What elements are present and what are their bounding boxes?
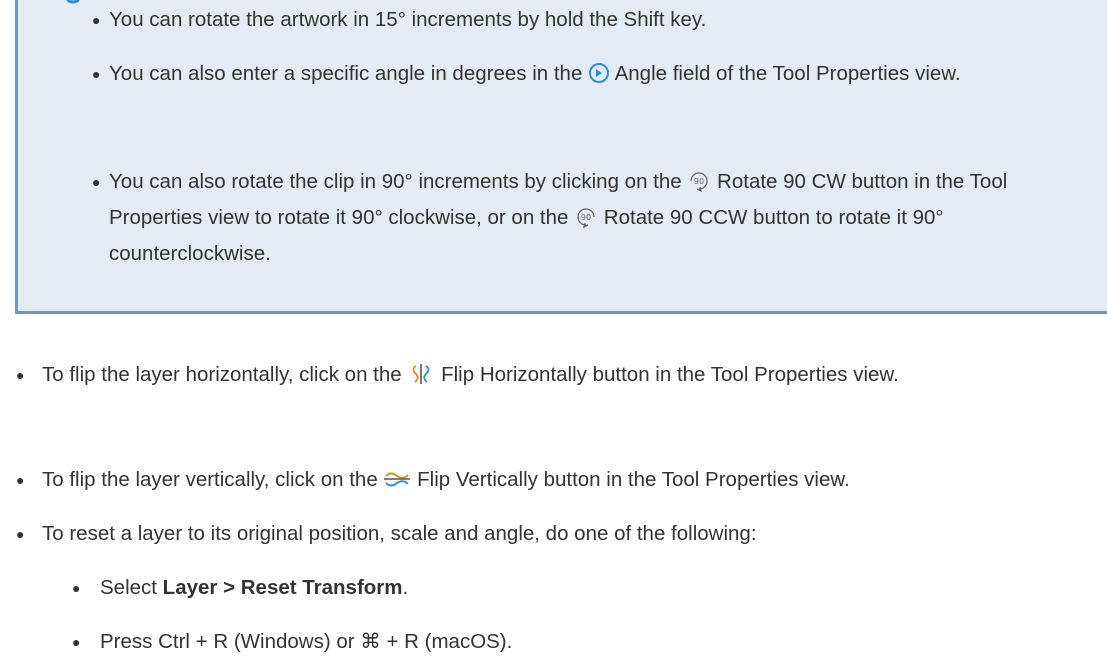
reset-option-shortcut: ● Press Ctrl + R (Windows) or ⌘ + R (mac… (72, 624, 1000, 660)
bullet: ● (72, 580, 81, 596)
tip-item-text: You can rotate the artwork in 15° increm… (109, 8, 707, 31)
option-text: . (402, 576, 409, 599)
flip-vertical-icon (384, 472, 411, 486)
svg-text:90: 90 (581, 213, 591, 222)
rotate-90-cw-icon: 90 (690, 171, 708, 192)
bullet: ● (16, 367, 25, 383)
tip-item-text: Angle field of the Tool Properties view. (610, 62, 961, 85)
option-text: Select (100, 576, 163, 599)
flip-horizontal-icon (413, 363, 430, 384)
step-text: Flip Horizontally button in the Tool Pro… (435, 363, 899, 386)
bullet: ● (92, 66, 101, 82)
step-text: To flip the layer vertically, click on t… (42, 468, 384, 491)
bullet: ● (92, 12, 101, 28)
rotate-90-ccw-icon: 90 (577, 207, 595, 228)
tip-box: ● You can rotate the artwork in 15° incr… (15, 0, 1107, 314)
step-text: To flip the layer horizontally, click on… (42, 363, 408, 386)
angle-icon (589, 62, 610, 83)
tip-item-text: You can also rotate the clip in 90° incr… (109, 170, 688, 193)
bullet: ● (92, 174, 101, 190)
step-flip-vertical: ● To flip the layer vertically, click on… (16, 462, 1082, 498)
tip-item-angle: ● You can also enter a specific angle in… (92, 56, 1089, 92)
tip-item-text: You can also enter a specific angle in d… (109, 62, 589, 85)
step-text: To reset a layer to its original positio… (42, 522, 757, 545)
bullet: ● (16, 526, 25, 542)
tip-item-shift: ● You can rotate the artwork in 15° incr… (92, 2, 1089, 38)
step-text: Flip Vertically button in the Tool Prope… (411, 468, 850, 491)
option-text: Press Ctrl + R (Windows) or ⌘ + R (macOS… (100, 630, 513, 653)
tip-item-rotate90: ● You can also rotate the clip in 90° in… (92, 164, 1089, 272)
bullet: ● (72, 634, 81, 650)
step-reset: ● To reset a layer to its original posit… (16, 516, 1082, 552)
svg-text:90: 90 (694, 177, 704, 186)
lightbulb-icon (66, 0, 80, 4)
bullet: ● (16, 472, 25, 488)
reset-option-menu: ● Select Layer > Reset Transform. (72, 570, 1000, 606)
step-flip-horizontal: ● To flip the layer horizontally, click … (16, 357, 1082, 393)
menu-path: Layer > Reset Transform (162, 576, 403, 599)
